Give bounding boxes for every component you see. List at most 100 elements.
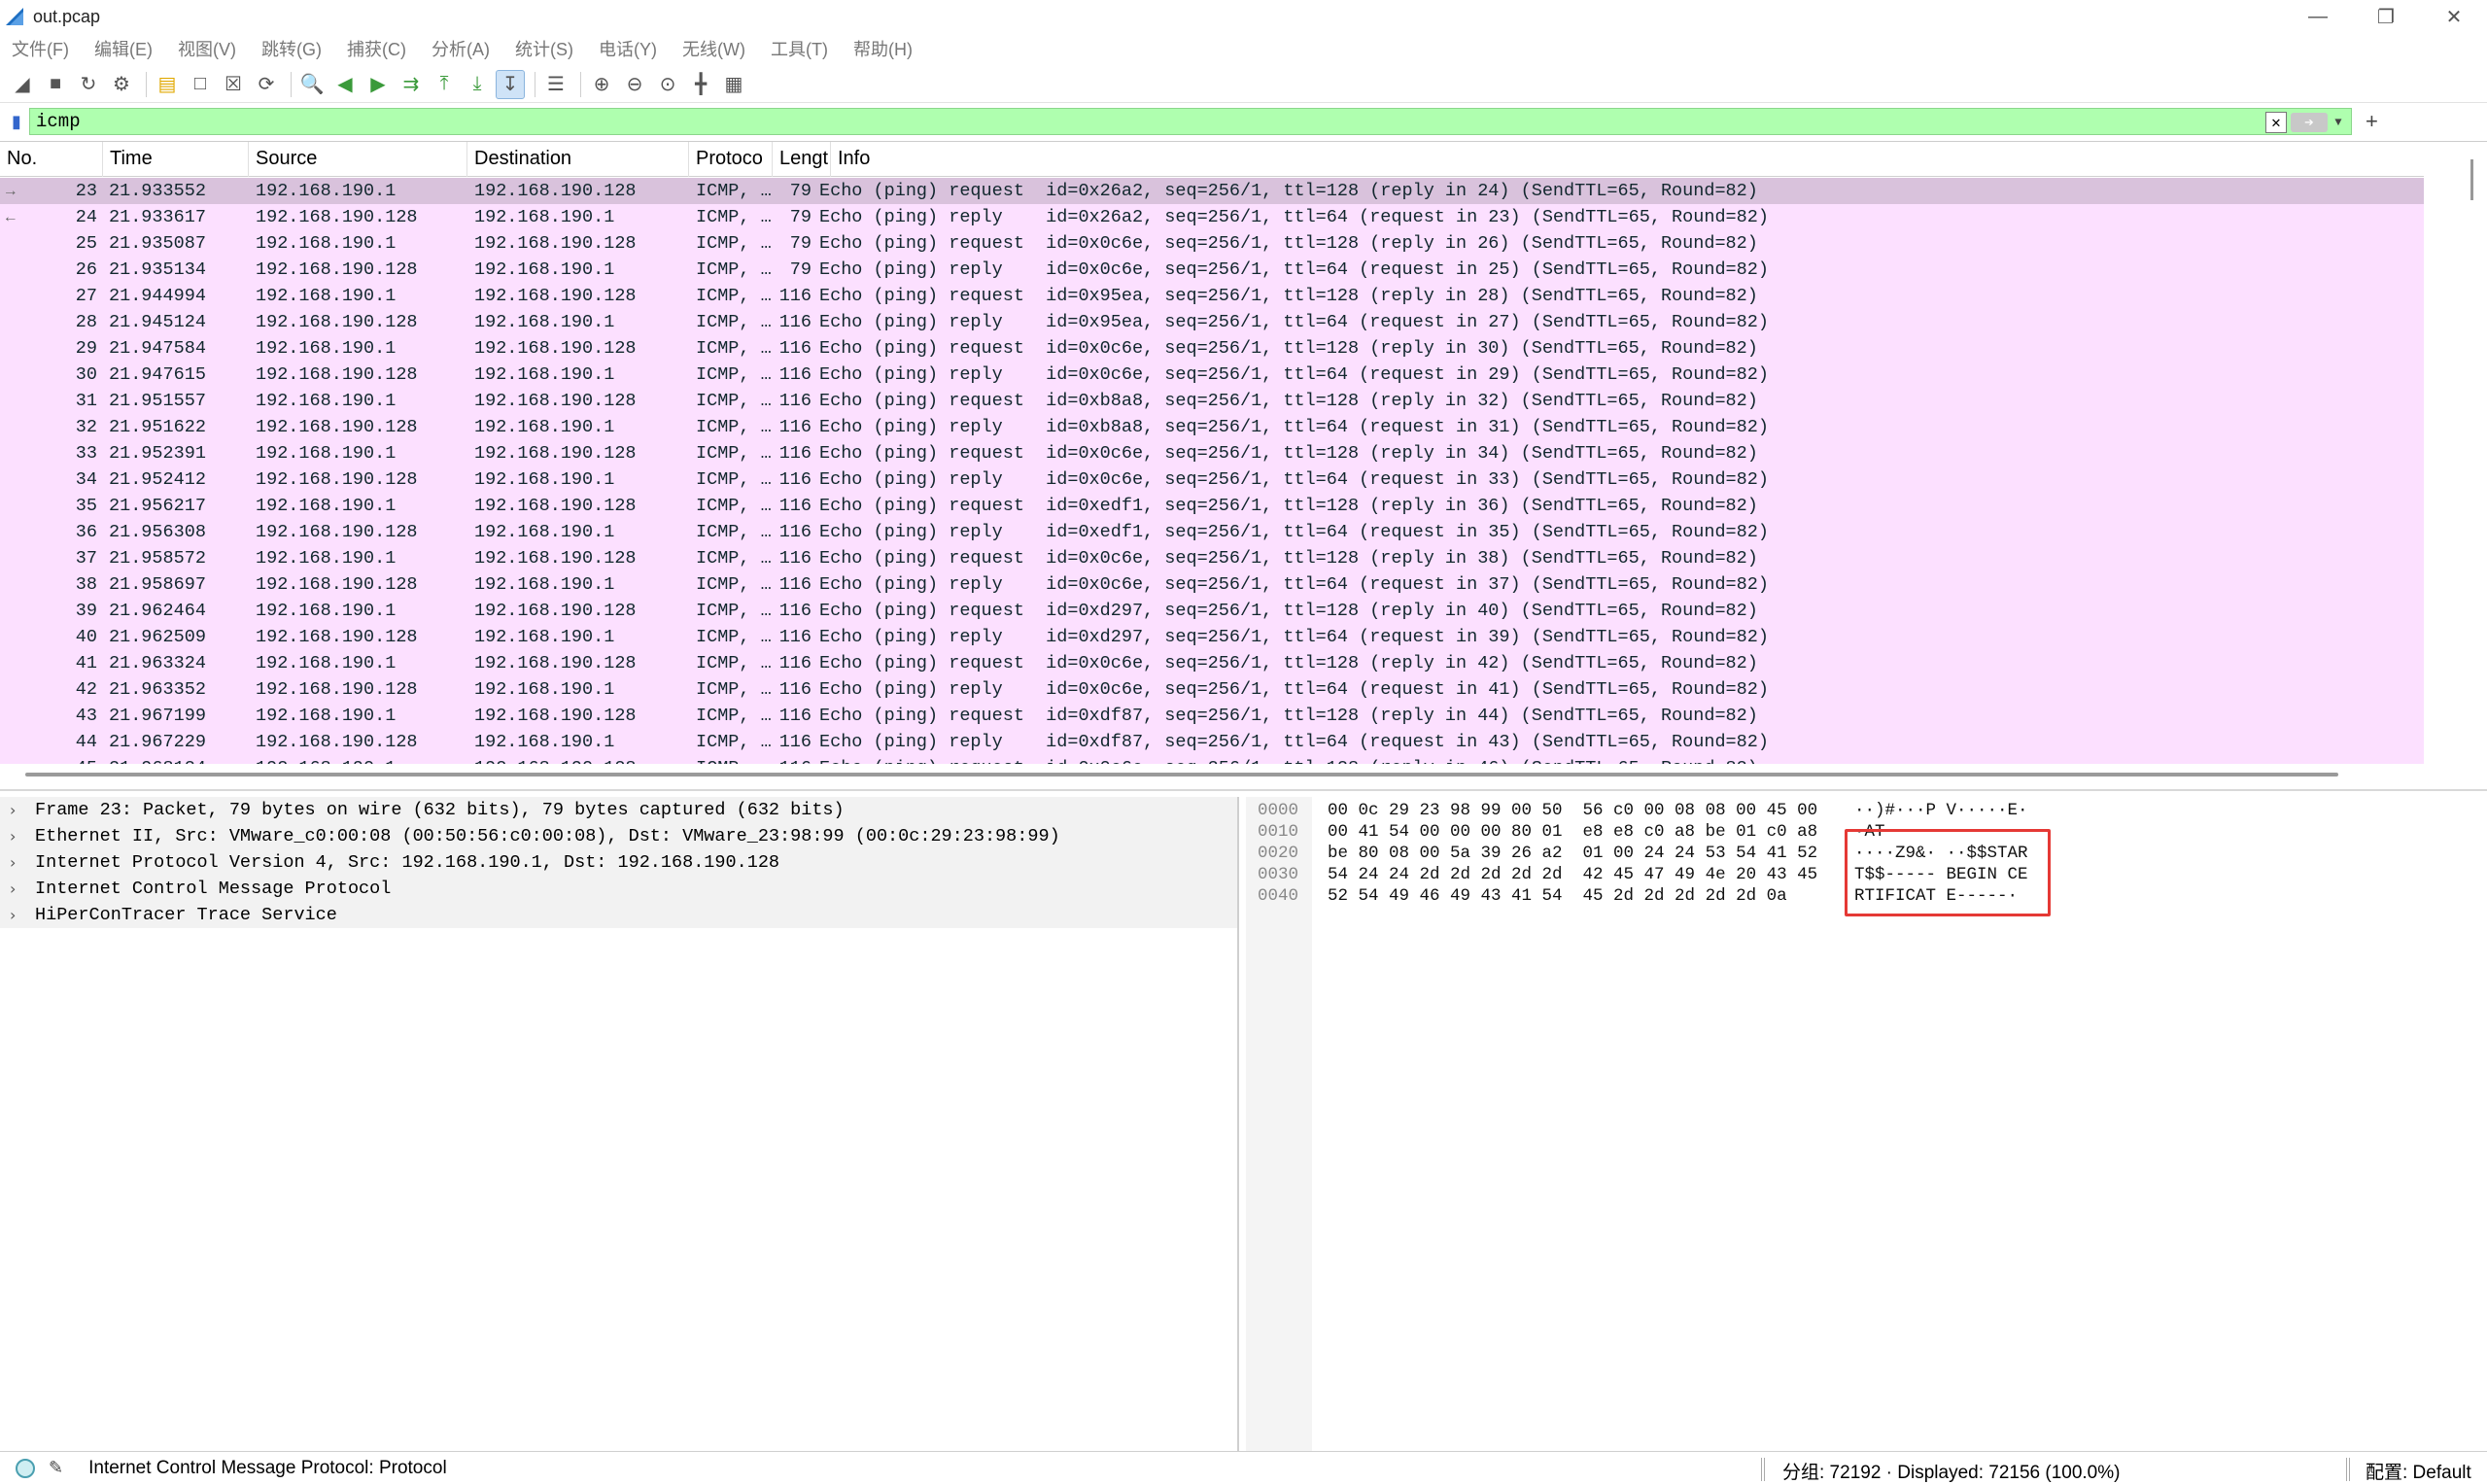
bytes-row[interactable]: 0000 00 0c 29 23 98 99 00 50 56 c0 00 08…	[1246, 801, 2028, 822]
packet-row[interactable]: 41 21.963324 192.168.190.1 192.168.190.128 I…	[0, 650, 2424, 676]
menu-wireless[interactable]: 无线(W)	[682, 36, 745, 61]
close-icon[interactable]: ✕	[2420, 0, 2487, 33]
menu-go[interactable]: 跳转(G)	[261, 36, 322, 61]
menu-help[interactable]: 帮助(H)	[853, 36, 913, 61]
chevron-right-icon[interactable]: ›	[0, 906, 35, 924]
menu-capture[interactable]: 捕获(C)	[347, 36, 406, 61]
chevron-right-icon[interactable]: ›	[0, 827, 35, 846]
menu-statistics[interactable]: 统计(S)	[515, 36, 573, 61]
packet-row[interactable]: 37 21.958572 192.168.190.1 192.168.190.128 I…	[0, 545, 2424, 571]
column-header-length[interactable]: Lengt	[773, 141, 831, 177]
go-forward-icon[interactable]: ▶	[363, 70, 393, 99]
column-header-protocol[interactable]: Protoco	[689, 141, 773, 177]
vertical-scrollbar[interactable]	[2459, 142, 2487, 764]
packet-row[interactable]: 32 21.951622 192.168.190.128 192.168.190.1 I…	[0, 414, 2424, 440]
packet-row[interactable]: 28 21.945124 192.168.190.128 192.168.190.1 I…	[0, 309, 2424, 335]
bytes-hex[interactable]: 00 41 54 00 00 00 80 01 e8 e8 c0 a8 be 0…	[1320, 822, 1854, 844]
zoom-reset-icon[interactable]: ⊙	[653, 70, 682, 99]
start-capture-icon[interactable]: ◢	[8, 70, 37, 99]
column-header-destination[interactable]: Destination	[467, 141, 689, 177]
packet-row[interactable]: 25 21.935087 192.168.190.1 192.168.190.128 I…	[0, 230, 2424, 257]
pane-splitter[interactable]	[0, 789, 2487, 791]
scrollbar-thumb[interactable]	[25, 773, 2338, 777]
packet-row[interactable]: 40 21.962509 192.168.190.128 192.168.190.1 I…	[0, 624, 2424, 650]
clear-filter-icon[interactable]: ✕	[2265, 112, 2287, 133]
display-filter-input[interactable]: icmp ✕ ➔ ▼	[29, 108, 2352, 135]
detail-row-icmp[interactable]: › Internet Control Message Protocol	[0, 876, 1237, 902]
menu-edit[interactable]: 编辑(E)	[94, 36, 153, 61]
bytes-hex[interactable]: be 80 08 00 5a 39 26 a2 01 00 24 24 53 5…	[1320, 844, 1854, 865]
chevron-right-icon[interactable]: ›	[0, 853, 35, 872]
last-packet-icon[interactable]: ⤓	[463, 70, 492, 99]
reload-icon[interactable]: ⟳	[252, 70, 281, 99]
packet-row[interactable]: 26 21.935134 192.168.190.128 192.168.190.1 I…	[0, 257, 2424, 283]
column-header-no[interactable]: No.	[0, 141, 103, 177]
zoom-in-icon[interactable]: ⊕	[587, 70, 616, 99]
colorize-icon[interactable]: ☰	[541, 70, 570, 99]
packet-row[interactable]: 30 21.947615 192.168.190.128 192.168.190.1 I…	[0, 362, 2424, 388]
first-packet-icon[interactable]: ⤒	[430, 70, 459, 99]
bytes-ascii[interactable]: ··)#···P V·····E·	[1854, 801, 2028, 822]
close-file-icon[interactable]: ☒	[219, 70, 248, 99]
detail-row-ipv4[interactable]: › Internet Protocol Version 4, Src: 192.1…	[0, 849, 1237, 876]
packet-row[interactable]: 42 21.963352 192.168.190.128 192.168.190.1 I…	[0, 676, 2424, 703]
menu-tools[interactable]: 工具(T)	[771, 36, 828, 61]
go-back-icon[interactable]: ◀	[330, 70, 360, 99]
add-filter-button-icon[interactable]: +	[2366, 109, 2378, 134]
scrollbar-thumb[interactable]	[2470, 159, 2473, 200]
resize-columns-icon[interactable]: ╋	[686, 70, 715, 99]
bytes-hex[interactable]: 00 0c 29 23 98 99 00 50 56 c0 00 08 08 0…	[1320, 801, 1854, 822]
edit-comment-icon[interactable]: ✎	[49, 1458, 63, 1478]
expert-info-icon[interactable]	[16, 1458, 35, 1478]
minimize-icon[interactable]: —	[2284, 0, 2352, 33]
open-file-icon[interactable]: ▤	[153, 70, 182, 99]
detail-row-ethernet[interactable]: › Ethernet II, Src: VMware_c0:00:08 (00:5…	[0, 823, 1237, 849]
go-to-packet-icon[interactable]: ⇉	[397, 70, 426, 99]
packet-row[interactable]: 34 21.952412 192.168.190.128 192.168.190.1 I…	[0, 466, 2424, 493]
packet-row[interactable]: 44 21.967229 192.168.190.128 192.168.190.1 I…	[0, 729, 2424, 755]
status-separator[interactable]	[1761, 1458, 1765, 1481]
packet-row[interactable]: 38 21.958697 192.168.190.128 192.168.190.1 I…	[0, 571, 2424, 598]
status-separator[interactable]	[2346, 1458, 2350, 1481]
packet-row[interactable]: 36 21.956308 192.168.190.128 192.168.190.1 I…	[0, 519, 2424, 545]
bytes-hex[interactable]: 52 54 49 46 49 43 41 54 45 2d 2d 2d 2d 2…	[1320, 886, 1854, 908]
packet-row[interactable]: 31 21.951557 192.168.190.1 192.168.190.128 I…	[0, 388, 2424, 414]
menu-file[interactable]: 文件(F)	[12, 36, 69, 61]
packet-row[interactable]: ← 24 21.933617 192.168.190.128 192.168.190.1…	[0, 204, 2424, 230]
chevron-right-icon[interactable]: ›	[0, 801, 35, 819]
packet-row[interactable]: → 23 21.933552 192.168.190.1 192.168.190.128…	[0, 178, 2424, 204]
layout-icon[interactable]: ▦	[719, 70, 748, 99]
column-header-source[interactable]: Source	[249, 141, 467, 177]
detail-row-hipercontracer[interactable]: › HiPerConTracer Trace Service	[0, 902, 1237, 928]
column-header-info[interactable]: Info	[831, 142, 2424, 177]
chevron-right-icon[interactable]: ›	[0, 880, 35, 898]
packet-row[interactable]: 39 21.962464 192.168.190.1 192.168.190.128 I…	[0, 598, 2424, 624]
bytes-row[interactable]: 0010 00 41 54 00 00 00 80 01 e8 e8 c0 a8…	[1246, 822, 1885, 844]
detail-row-frame[interactable]: › Frame 23: Packet, 79 bytes on wire (632…	[0, 797, 1237, 823]
status-profile[interactable]: 配置: Default	[2366, 1458, 2471, 1484]
save-file-icon[interactable]: □	[186, 70, 215, 99]
packet-row[interactable]: 27 21.944994 192.168.190.1 192.168.190.128 I…	[0, 283, 2424, 309]
menu-view[interactable]: 视图(V)	[178, 36, 236, 61]
packet-row[interactable]: 4521.968124192.168.190.1192.168.190.128I…	[0, 755, 2424, 764]
packet-row[interactable]: 35 21.956217 192.168.190.1 192.168.190.128 I…	[0, 493, 2424, 519]
capture-options-icon[interactable]: ⚙	[107, 70, 136, 99]
packet-row[interactable]: 29 21.947584 192.168.190.1 192.168.190.128 I…	[0, 335, 2424, 362]
find-icon[interactable]: 🔍	[297, 70, 327, 99]
autoscroll-icon[interactable]: ↧	[496, 69, 525, 99]
packet-row[interactable]: 33 21.952391 192.168.190.1 192.168.190.128 I…	[0, 440, 2424, 466]
horizontal-scrollbar[interactable]	[0, 770, 2459, 781]
column-header-time[interactable]: Time	[103, 141, 249, 177]
menu-analyze[interactable]: 分析(A)	[432, 36, 490, 61]
stop-capture-icon[interactable]: ■	[41, 70, 70, 99]
zoom-out-icon[interactable]: ⊖	[620, 70, 649, 99]
menu-telephony[interactable]: 电话(Y)	[599, 36, 657, 61]
restart-capture-icon[interactable]: ↻	[74, 70, 103, 99]
bytes-hex[interactable]: 54 24 24 2d 2d 2d 2d 2d 42 45 47 49 4e 2…	[1320, 865, 1854, 886]
bookmark-icon[interactable]: ▮	[4, 108, 29, 135]
packet-length: 116	[778, 627, 812, 647]
apply-filter-icon[interactable]: ➔	[2291, 113, 2328, 132]
restore-icon[interactable]: ❐	[2352, 0, 2420, 33]
packet-row[interactable]: 43 21.967199 192.168.190.1 192.168.190.128 I…	[0, 703, 2424, 729]
chevron-down-icon[interactable]: ▼	[2330, 113, 2347, 132]
